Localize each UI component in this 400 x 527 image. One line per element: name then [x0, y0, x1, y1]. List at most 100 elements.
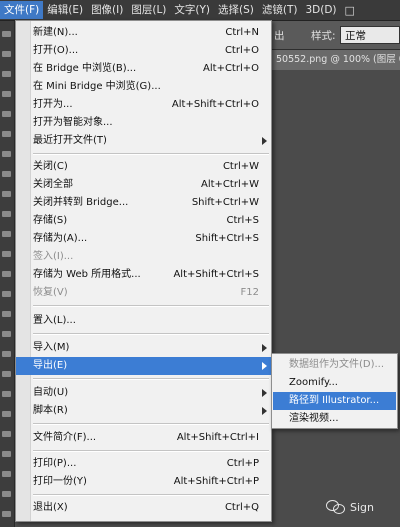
- menu-item-label: 签入(I)...: [33, 251, 74, 262]
- menu-item-exit[interactable]: 退出(X) Ctrl+Q: [16, 499, 271, 517]
- export-submenu: 数据组作为文件(D)... Zoomify... 路径到 Illustrator…: [271, 353, 398, 429]
- tool-icon[interactable]: [2, 351, 11, 357]
- window-maximize-icon[interactable]: □: [341, 4, 359, 17]
- menu-item-shortcut: Ctrl+O: [224, 45, 259, 56]
- tool-icon[interactable]: [2, 231, 11, 237]
- menu-item-shortcut: Alt+Shift+Ctrl+S: [173, 269, 259, 280]
- menu-file[interactable]: 文件(F): [0, 1, 44, 19]
- submenu-arrow-icon: [262, 389, 267, 397]
- tool-icon[interactable]: [2, 431, 11, 437]
- tool-icon[interactable]: [2, 331, 11, 337]
- menu-item-close[interactable]: 关闭(C) Ctrl+W: [16, 158, 271, 176]
- menu-item-print[interactable]: 打印(P)... Ctrl+P: [16, 455, 271, 473]
- tool-icon[interactable]: [2, 311, 11, 317]
- menu-item-export[interactable]: 导出(E): [16, 357, 271, 375]
- menu-item-shortcut: Alt+Ctrl+W: [201, 179, 259, 190]
- menu-item-file-info[interactable]: 文件简介(F)... Alt+Shift+Ctrl+I: [16, 429, 271, 447]
- menu-item-save[interactable]: 存储(S) Ctrl+S: [16, 212, 271, 230]
- tool-icon[interactable]: [2, 491, 11, 497]
- menu-separator: [33, 305, 269, 307]
- menu-item-shortcut: Ctrl+Q: [224, 502, 259, 513]
- menu-item-label: 退出(X): [33, 502, 68, 513]
- menu-item-save-for-web[interactable]: 存储为 Web 所用格式... Alt+Shift+Ctrl+S: [16, 266, 271, 284]
- menu-item-save-as[interactable]: 存储为(A)... Shift+Ctrl+S: [16, 230, 271, 248]
- tool-icon[interactable]: [2, 371, 11, 377]
- menu-item-open-smart-object[interactable]: 打开为智能对象...: [16, 114, 271, 132]
- menu-3d[interactable]: 3D(D): [301, 1, 340, 19]
- menu-item-shortcut: F12: [240, 287, 259, 298]
- tool-icon[interactable]: [2, 211, 11, 217]
- menu-item-label: 在 Mini Bridge 中浏览(G)...: [33, 81, 161, 92]
- file-menu: 新建(N)... Ctrl+N 打开(O)... Ctrl+O 在 Bridge 中…: [15, 20, 272, 522]
- menu-select[interactable]: 选择(S): [214, 1, 258, 19]
- tool-icon[interactable]: [2, 511, 11, 517]
- menu-image[interactable]: 图像(I): [87, 1, 127, 19]
- tool-icon[interactable]: [2, 251, 11, 257]
- tool-icon[interactable]: [2, 271, 11, 277]
- menu-item-label: 关闭并转到 Bridge...: [33, 197, 129, 208]
- submenu-arrow-icon: [262, 137, 267, 145]
- submenu-item-zoomify[interactable]: Zoomify...: [273, 374, 396, 392]
- menu-item-close-all[interactable]: 关闭全部 Alt+Ctrl+W: [16, 176, 271, 194]
- menu-item-label: 导入(M): [33, 342, 70, 353]
- tool-icon[interactable]: [2, 151, 11, 157]
- document-tab[interactable]: 50552.png @ 100% (图层 0: [272, 50, 400, 70]
- menu-separator: [33, 450, 269, 452]
- style-label: 样式:: [311, 30, 336, 42]
- menu-item-label: 关闭(C): [33, 161, 68, 172]
- wechat-icon: [326, 500, 346, 514]
- menu-item-place[interactable]: 置入(L)...: [16, 312, 271, 330]
- tool-icon[interactable]: [2, 411, 11, 417]
- tool-icon[interactable]: [2, 111, 11, 117]
- menu-item-label: 关闭全部: [33, 179, 73, 190]
- menu-item-new[interactable]: 新建(N)... Ctrl+N: [16, 24, 271, 42]
- menu-item-close-go-bridge[interactable]: 关闭并转到 Bridge... Shift+Ctrl+W: [16, 194, 271, 212]
- menu-item-label: 自动(U): [33, 387, 69, 398]
- menu-type[interactable]: 文字(Y): [170, 1, 214, 19]
- tool-icon[interactable]: [2, 31, 11, 37]
- menu-item-shortcut: Ctrl+N: [225, 27, 259, 38]
- menu-item-label: 打开为...: [33, 99, 73, 110]
- menu-filter[interactable]: 滤镜(T): [258, 1, 302, 19]
- tool-icon[interactable]: [2, 471, 11, 477]
- menu-item-recent-files[interactable]: 最近打开文件(T): [16, 132, 271, 150]
- tool-icon[interactable]: [2, 451, 11, 457]
- menu-item-label: 脚本(R): [33, 405, 68, 416]
- options-partial-label: 出: [274, 30, 285, 42]
- submenu-item-label: 数据组作为文件(D)...: [289, 359, 385, 370]
- menu-item-browse-bridge[interactable]: 在 Bridge 中浏览(B)... Alt+Ctrl+O: [16, 60, 271, 78]
- menu-item-label: 存储(S): [33, 215, 68, 226]
- watermark: Sign: [326, 500, 374, 514]
- tool-icon[interactable]: [2, 131, 11, 137]
- submenu-item-paths-to-illustrator[interactable]: 路径到 Illustrator...: [273, 392, 396, 410]
- tool-icon[interactable]: [2, 191, 11, 197]
- menu-item-shortcut: Alt+Shift+Ctrl+I: [176, 432, 259, 443]
- menu-item-label: 打印一份(Y): [33, 476, 87, 487]
- tool-icon[interactable]: [2, 291, 11, 297]
- submenu-item-render-video[interactable]: 渲染视频...: [273, 410, 396, 428]
- menu-item-scripts[interactable]: 脚本(R): [16, 402, 271, 420]
- menu-layer[interactable]: 图层(L): [127, 1, 170, 19]
- menu-separator: [33, 378, 269, 380]
- menu-item-open[interactable]: 打开(O)... Ctrl+O: [16, 42, 271, 60]
- menu-item-shortcut: Ctrl+S: [226, 215, 259, 226]
- menu-item-label: 打印(P)...: [33, 458, 77, 469]
- menu-item-open-as[interactable]: 打开为... Alt+Shift+Ctrl+O: [16, 96, 271, 114]
- tool-icon[interactable]: [2, 91, 11, 97]
- menu-item-import[interactable]: 导入(M): [16, 339, 271, 357]
- menu-item-check-in: 签入(I)...: [16, 248, 271, 266]
- menu-item-print-one-copy[interactable]: 打印一份(Y) Alt+Shift+Ctrl+P: [16, 473, 271, 491]
- watermark-text: Sign: [350, 500, 374, 514]
- menu-item-automate[interactable]: 自动(U): [16, 384, 271, 402]
- submenu-arrow-icon: [262, 407, 267, 415]
- tool-icon[interactable]: [2, 391, 11, 397]
- tool-icon[interactable]: [2, 71, 11, 77]
- tools-panel: [0, 21, 15, 527]
- menu-separator: [33, 153, 269, 155]
- style-select[interactable]: 正常: [340, 26, 400, 44]
- tool-icon[interactable]: [2, 51, 11, 57]
- tool-icon[interactable]: [2, 171, 11, 177]
- menu-edit[interactable]: 编辑(E): [43, 1, 87, 19]
- menu-item-browse-mini-bridge[interactable]: 在 Mini Bridge 中浏览(G)...: [16, 78, 271, 96]
- menu-item-shortcut: Alt+Shift+Ctrl+O: [171, 99, 259, 110]
